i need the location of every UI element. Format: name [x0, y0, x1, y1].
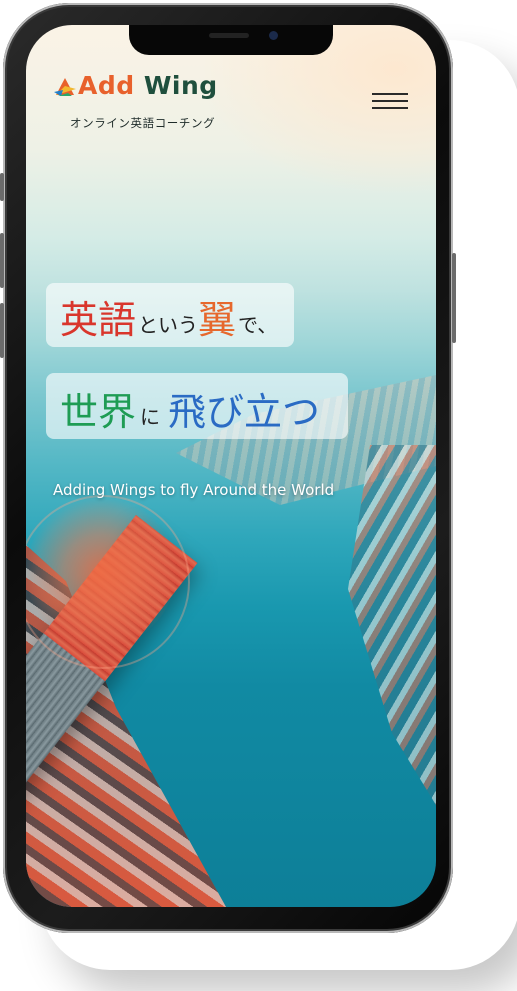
- phone-volume-up: [0, 233, 4, 288]
- headline-word-sekai: 世界: [60, 390, 137, 434]
- brand-name-add: Add: [78, 71, 135, 100]
- brand-name-wing: Wing: [143, 71, 218, 100]
- headline-word-tobitatsu: 飛び立つ: [168, 390, 321, 434]
- brand-name[interactable]: Add Wing: [78, 71, 218, 100]
- phone-power-button: [452, 253, 456, 343]
- phone-silent-switch: [0, 173, 4, 201]
- phone-screen: Add Wing オンライン英語コーチング 英語 という 翼 で、 世界 に 飛…: [26, 25, 436, 907]
- headline-word-ni: に: [140, 405, 160, 429]
- headline-word-tsubasa: 翼: [198, 298, 237, 342]
- background-city-right: [348, 445, 436, 805]
- add-wing-logo-icon[interactable]: [54, 77, 76, 101]
- headline-word-eigo: 英語: [60, 298, 137, 342]
- site-header: Add Wing オンライン英語コーチング: [26, 25, 436, 145]
- lens-flare: [26, 497, 176, 647]
- headline-word-de: で、: [238, 313, 278, 337]
- brand-tagline: オンライン英語コーチング: [70, 116, 216, 130]
- headline-line-1: 英語 という 翼 で、: [46, 283, 294, 347]
- headline-word-toiu: という: [138, 313, 198, 337]
- headline-line-2: 世界 に 飛び立つ: [46, 373, 348, 439]
- hamburger-menu-icon[interactable]: [372, 91, 408, 111]
- phone-volume-down: [0, 303, 4, 358]
- hero-subtitle: Adding Wings to fly Around the World: [53, 481, 335, 499]
- phone-frame: Add Wing オンライン英語コーチング 英語 という 翼 で、 世界 に 飛…: [0, 3, 456, 933]
